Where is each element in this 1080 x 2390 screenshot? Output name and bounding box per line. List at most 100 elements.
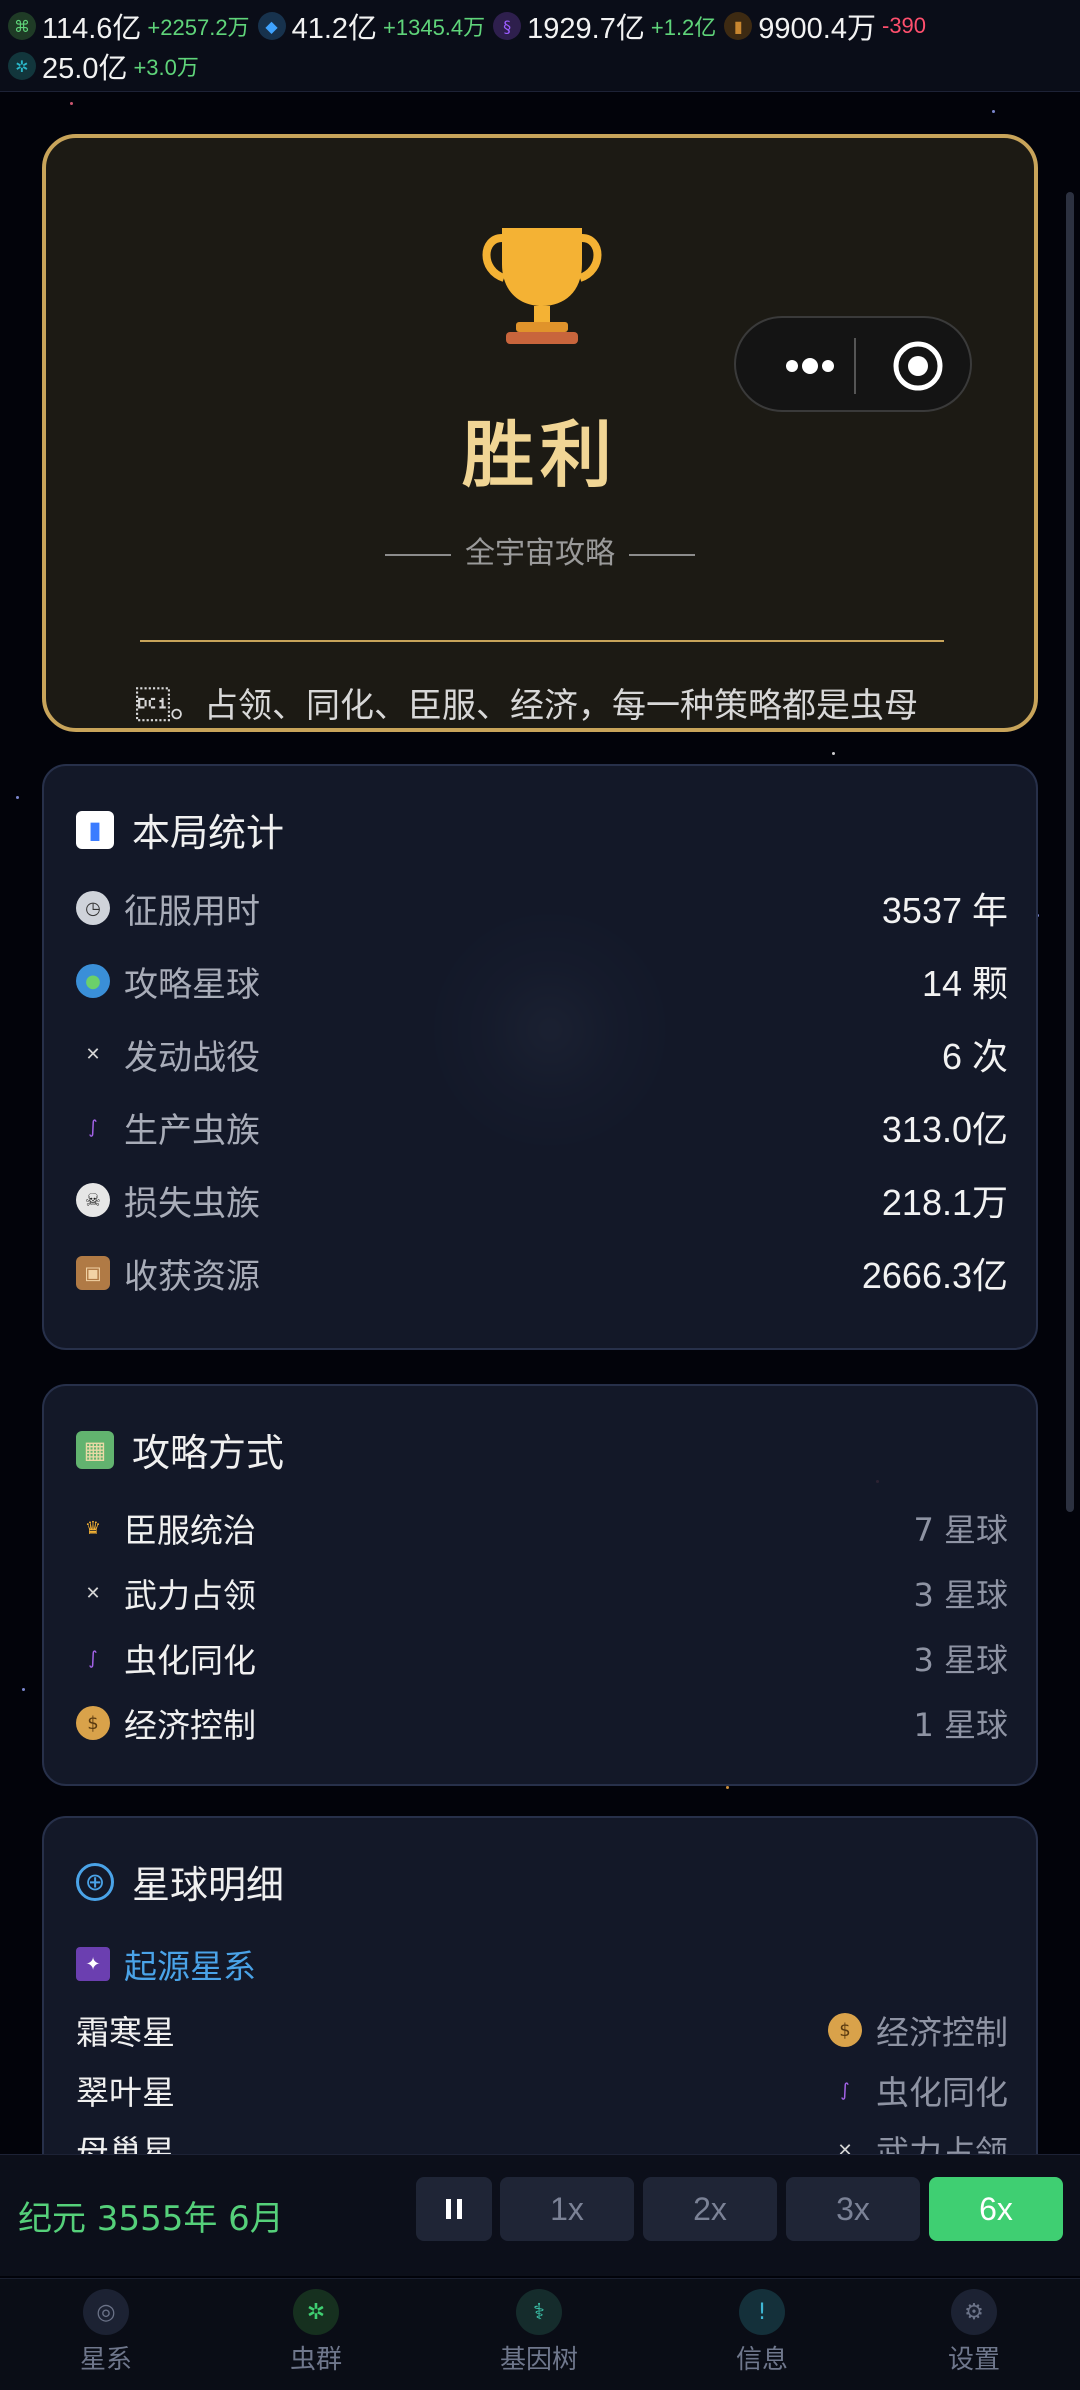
resource-delta: +1.2亿: [650, 15, 717, 40]
resource-gold: ▮ 9900.4万 -390: [724, 5, 926, 47]
resource-gear: ✲ 25.0亿 +3.0万: [8, 45, 199, 87]
time-controls: 纪元 3555年 6月 1x 2x 3x 6x: [0, 2154, 1080, 2276]
planet-row[interactable]: 翠叶星 ∫ 虫化同化: [76, 2064, 1008, 2116]
stat-row: ✕ 发动战役 6 次: [76, 1024, 1008, 1084]
method-value: 3 星球: [913, 1641, 1008, 1679]
stat-value: 6 次: [941, 1036, 1008, 1077]
dna-icon: ⌘: [8, 12, 36, 40]
resource-row-1: ⌘ 114.6亿 +2257.2万 ◆ 41.2亿 +1345.4万 § 192…: [8, 6, 1072, 46]
method-row: ∫ 虫化同化 3 星球: [76, 1630, 1008, 1686]
stat-value: 14 颗: [921, 963, 1008, 1004]
method-row: ♛ 臣服统治 7 星球: [76, 1500, 1008, 1556]
system-name: 起源星系: [124, 1947, 256, 1986]
crown-icon: ♛: [84, 1517, 102, 1539]
stat-row: ∫ 生产虫族 313.0亿: [76, 1097, 1008, 1157]
gear-icon: ⚙: [951, 2289, 997, 2335]
stat-label: 损失虫族: [124, 1183, 260, 1224]
worm-icon: ∫: [88, 1116, 98, 1138]
planet-type: 虫化同化: [876, 2073, 1008, 2112]
result-scroll-area[interactable]: 胜利 全宇宙攻略 。占领、同化、臣服、经济，每一种策略都是虫母 ▮ 本局统计 …: [0, 92, 1080, 2154]
gene-icon: ⚕: [516, 2289, 562, 2335]
nav-label: 信息: [735, 2345, 788, 2375]
resource-delta: +1345.4万: [383, 15, 486, 40]
resource-dna: ⌘ 114.6亿 +2257.2万: [8, 5, 250, 47]
planets-title: ⊕ 星球明细: [76, 1854, 284, 1909]
stat-label: 攻略星球: [124, 964, 260, 1005]
planet-type: 武力占领: [876, 2133, 1008, 2154]
stat-row: ☠ 损失虫族 218.1万: [76, 1170, 1008, 1230]
bar-chart-icon: ▮: [76, 810, 114, 849]
info-icon: !: [739, 2289, 785, 2335]
methods-title-text: 攻略方式: [132, 1431, 285, 1475]
nav-swarm[interactable]: ✲ 虫群: [256, 2289, 376, 2376]
worm-icon: ∫: [88, 1647, 98, 1669]
era-date: 纪元 3555年 6月: [18, 2199, 284, 2239]
resource-row-2: ✲ 25.0亿 +3.0万: [8, 46, 1072, 86]
resource-delta: +3.0万: [133, 55, 199, 80]
stat-label: 发动战役: [124, 1037, 260, 1078]
stat-row: ▣ 收获资源 2666.3亿: [76, 1243, 1008, 1303]
stat-value: 313.0亿: [881, 1109, 1008, 1150]
victory-subtitle-text: 全宇宙攻略: [465, 536, 615, 571]
nav-label: 虫群: [289, 2345, 342, 2375]
planet-name: 母巢星: [76, 2133, 175, 2154]
close-target-icon[interactable]: [890, 338, 946, 394]
speed-3x-button[interactable]: 3x: [786, 2177, 920, 2241]
planets-title-text: 星球明细: [132, 1863, 285, 1907]
more-icon[interactable]: [770, 342, 850, 390]
resource-value: 114.6亿: [42, 13, 142, 45]
planet-row[interactable]: 母巢星 ✕ 武力占领: [76, 2124, 1008, 2154]
stat-row: ◷ 征服用时 3537 年: [76, 878, 1008, 938]
method-value: 1 星球: [913, 1706, 1008, 1744]
nav-info[interactable]: ! 信息: [702, 2289, 822, 2376]
planet-row[interactable]: 霜寒星 $ 经济控制: [76, 2004, 1008, 2056]
stats-title: ▮ 本局统计: [76, 802, 284, 857]
method-row: ✕ 武力占领 3 星球: [76, 1565, 1008, 1621]
stopwatch-icon: ◷: [76, 891, 110, 925]
victory-divider: [140, 640, 944, 642]
globe-grid-icon: ⊕: [76, 1862, 114, 1901]
bottom-nav: ◎ 星系 ✲ 虫群 ⚕ 基因树 ! 信息 ⚙ 设置: [0, 2278, 1080, 2390]
planet-icon: ◎: [83, 2289, 129, 2335]
stat-label: 征服用时: [124, 891, 260, 932]
crystal-icon: ◆: [257, 12, 286, 40]
subtitle-line-left: [385, 553, 451, 556]
energy-icon: §: [493, 12, 522, 40]
speed-6x-button[interactable]: 6x: [929, 2177, 1063, 2241]
victory-description: 。占领、同化、臣服、经济，每一种策略都是虫母: [136, 686, 918, 726]
method-label: 臣服统治: [124, 1511, 256, 1550]
nav-gene-tree[interactable]: ⚕ 基因树: [479, 2289, 599, 2376]
victory-subtitle: 全宇宙攻略: [46, 528, 1034, 572]
stat-value: 3537 年: [881, 890, 1008, 931]
trophy-icon: [482, 228, 602, 344]
stats-panel: ▮ 本局统计 ◷ 征服用时 3537 年 ● 攻略星球 14 颗 ✕ 发动战役 6 次…: [42, 764, 1038, 1350]
resource-value: 25.0亿: [42, 53, 128, 85]
resource-energy: § 1929.7亿 +1.2亿: [493, 5, 716, 47]
planet-name: 翠叶星: [76, 2073, 175, 2112]
victory-card: 胜利 全宇宙攻略 。占领、同化、臣服、经济，每一种策略都是虫母: [42, 134, 1038, 732]
gear-icon: ✲: [8, 52, 36, 80]
nav-settings[interactable]: ⚙ 设置: [914, 2289, 1034, 2376]
galaxy-icon: ✦: [76, 1947, 110, 1981]
speed-1x-button[interactable]: 1x: [500, 2177, 634, 2241]
speed-2x-button[interactable]: 2x: [643, 2177, 777, 2241]
miniprogram-capsule: [734, 316, 972, 412]
nav-label: 星系: [79, 2345, 132, 2375]
gold-icon: ▮: [724, 12, 753, 40]
pause-icon: [446, 2199, 462, 2219]
crossed-swords-icon: ✕: [837, 2139, 853, 2155]
subtitle-line-right: [629, 553, 695, 556]
resource-value: 41.2亿: [291, 13, 378, 45]
method-label: 武力占领: [124, 1576, 256, 1615]
nav-label: 基因树: [499, 2345, 578, 2375]
resource-delta: -390: [882, 13, 927, 38]
globe-icon: ●: [76, 964, 110, 998]
stat-label: 收获资源: [124, 1256, 260, 1297]
scrollbar[interactable]: [1066, 192, 1074, 1512]
method-row: $ 经济控制 1 星球: [76, 1695, 1008, 1751]
nav-galaxy[interactable]: ◎ 星系: [46, 2289, 166, 2376]
stats-title-text: 本局统计: [132, 811, 285, 855]
resource-value: 9900.4万: [758, 13, 876, 45]
package-icon: ▣: [76, 1256, 110, 1290]
pause-button[interactable]: [416, 2177, 492, 2241]
